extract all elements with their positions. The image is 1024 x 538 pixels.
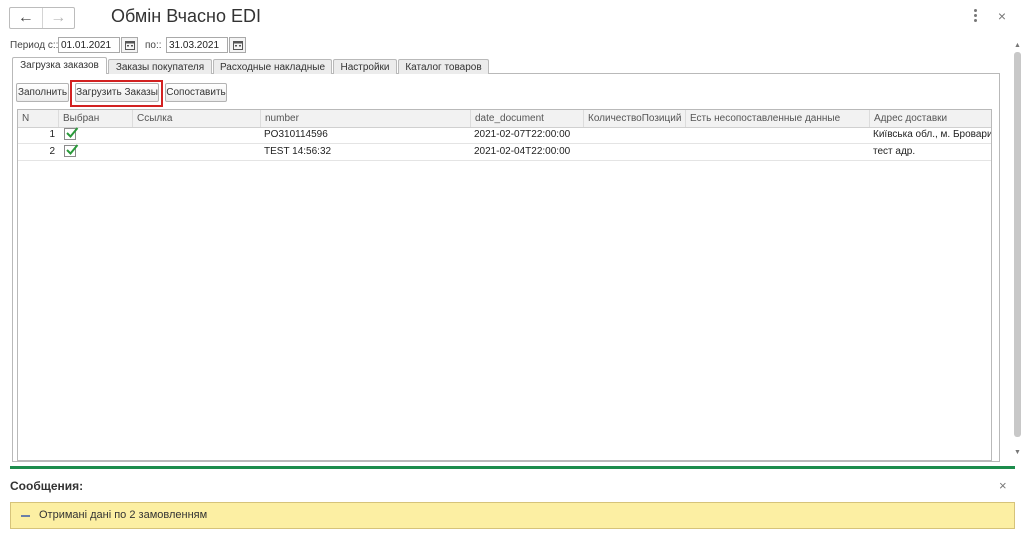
orders-table[interactable]: N Выбран Ссылка number date_document Кол… (17, 109, 992, 461)
date-cell: 2021-02-07T22:00:00 (474, 129, 571, 140)
unmatched-cell (685, 127, 869, 143)
collapse-dash-icon (21, 515, 30, 517)
column-header[interactable]: date_document (470, 110, 583, 127)
date-cell: 2021-02-04T22:00:00 (474, 146, 571, 157)
column-header[interactable]: Выбран (58, 110, 132, 127)
link-cell (132, 144, 260, 160)
tab-catalog[interactable]: Каталог товаров (398, 59, 489, 74)
table-row[interactable]: 1 PO310114596 2021-02-07T22:00:00 Київсь… (18, 127, 991, 144)
address-cell: тест адр. (873, 146, 916, 157)
row-number: 1 (49, 129, 55, 140)
row-number: 2 (49, 146, 55, 157)
highlight-frame (70, 80, 163, 107)
match-button[interactable]: Сопоставить (165, 83, 227, 102)
column-header[interactable]: Есть несопоставленные данные (685, 110, 869, 127)
scroll-up-icon[interactable]: ▲ (1013, 42, 1022, 50)
link-cell (132, 127, 260, 143)
period-to-label: по:: (145, 40, 162, 51)
more-menu-icon[interactable] (971, 9, 979, 23)
number-cell: PO310114596 (264, 129, 328, 140)
selected-checkbox[interactable] (64, 127, 79, 140)
positions-cell (583, 144, 685, 160)
messages-title: Сообщения: (10, 479, 84, 493)
window-title: Обмін Вчасно EDI (111, 6, 261, 26)
calendar-icon[interactable] (121, 37, 138, 53)
tab-expense-invoices[interactable]: Расходные накладные (213, 59, 332, 74)
back-arrow-icon[interactable]: ← (10, 8, 43, 28)
period-to-input[interactable]: 31.03.2021 (166, 37, 228, 53)
column-header[interactable]: КоличествоПозиций (583, 110, 685, 127)
close-icon[interactable]: × (995, 7, 1009, 25)
selected-checkbox[interactable] (64, 144, 79, 157)
message-text: Отримані дані по 2 замовленням (39, 509, 208, 521)
tab-customer-orders[interactable]: Заказы покупателя (108, 59, 212, 74)
scroll-down-icon[interactable]: ▼ (1013, 449, 1022, 457)
table-header: N Выбран Ссылка number date_document Кол… (18, 110, 991, 128)
calendar-icon[interactable] (229, 37, 246, 53)
column-header[interactable]: Ссылка (132, 110, 260, 127)
column-header[interactable]: number (260, 110, 470, 127)
period-from-label: Период с:: (10, 40, 59, 51)
tab-load-orders[interactable]: Загрузка заказов (12, 57, 107, 74)
forward-arrow-icon[interactable]: → (43, 8, 75, 28)
number-cell: TEST 14:56:32 (264, 146, 332, 157)
period-from-input[interactable]: 01.01.2021 (58, 37, 120, 53)
vertical-scrollbar[interactable] (1014, 52, 1021, 437)
column-header[interactable]: Адрес доставки (869, 110, 991, 127)
fill-button[interactable]: Заполнить (16, 83, 69, 102)
message-item[interactable]: Отримані дані по 2 замовленням (10, 502, 1015, 529)
table-row[interactable]: 2 TEST 14:56:32 2021-02-04T22:00:00 тест… (18, 144, 991, 161)
unmatched-cell (685, 144, 869, 160)
positions-cell (583, 127, 685, 143)
column-header[interactable]: N (18, 110, 58, 127)
address-cell: Київська обл., м. Бровари, (873, 129, 992, 140)
messages-divider (10, 466, 1015, 469)
close-icon[interactable]: × (999, 478, 1007, 493)
tab-settings[interactable]: Настройки (333, 59, 397, 74)
navigation-buttons: ← → (9, 7, 75, 29)
